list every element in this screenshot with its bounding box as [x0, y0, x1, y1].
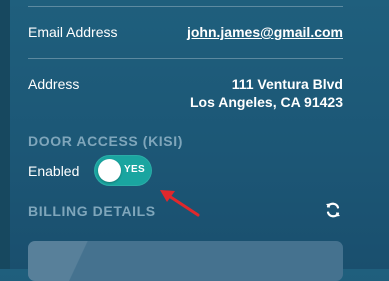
address-value: 111 Ventura Blvd Los Angeles, CA 91423	[190, 75, 343, 111]
address-line-1: 111 Ventura Blvd	[231, 76, 343, 92]
billing-card-sheen	[28, 241, 108, 281]
billing-card	[28, 241, 343, 281]
toggle-knob	[98, 159, 121, 182]
email-label: Email Address	[28, 24, 118, 40]
address-label: Address	[28, 76, 80, 92]
divider-top	[28, 6, 343, 7]
address-line-2: Los Angeles, CA 91423	[189, 94, 343, 110]
enabled-label: Enabled	[28, 163, 80, 179]
panel-left-edge	[0, 0, 10, 269]
email-link[interactable]: john.james@gmail.com	[187, 24, 343, 40]
toggle-state-text: YES	[124, 164, 145, 175]
annotation-arrow-icon	[160, 190, 200, 217]
door-access-heading: DOOR ACCESS (KISI)	[28, 133, 183, 149]
divider-middle	[28, 58, 343, 59]
billing-details-heading: BILLING DETAILS	[28, 203, 156, 219]
refresh-icon[interactable]	[325, 202, 341, 218]
door-access-toggle[interactable]: YES	[94, 155, 152, 186]
